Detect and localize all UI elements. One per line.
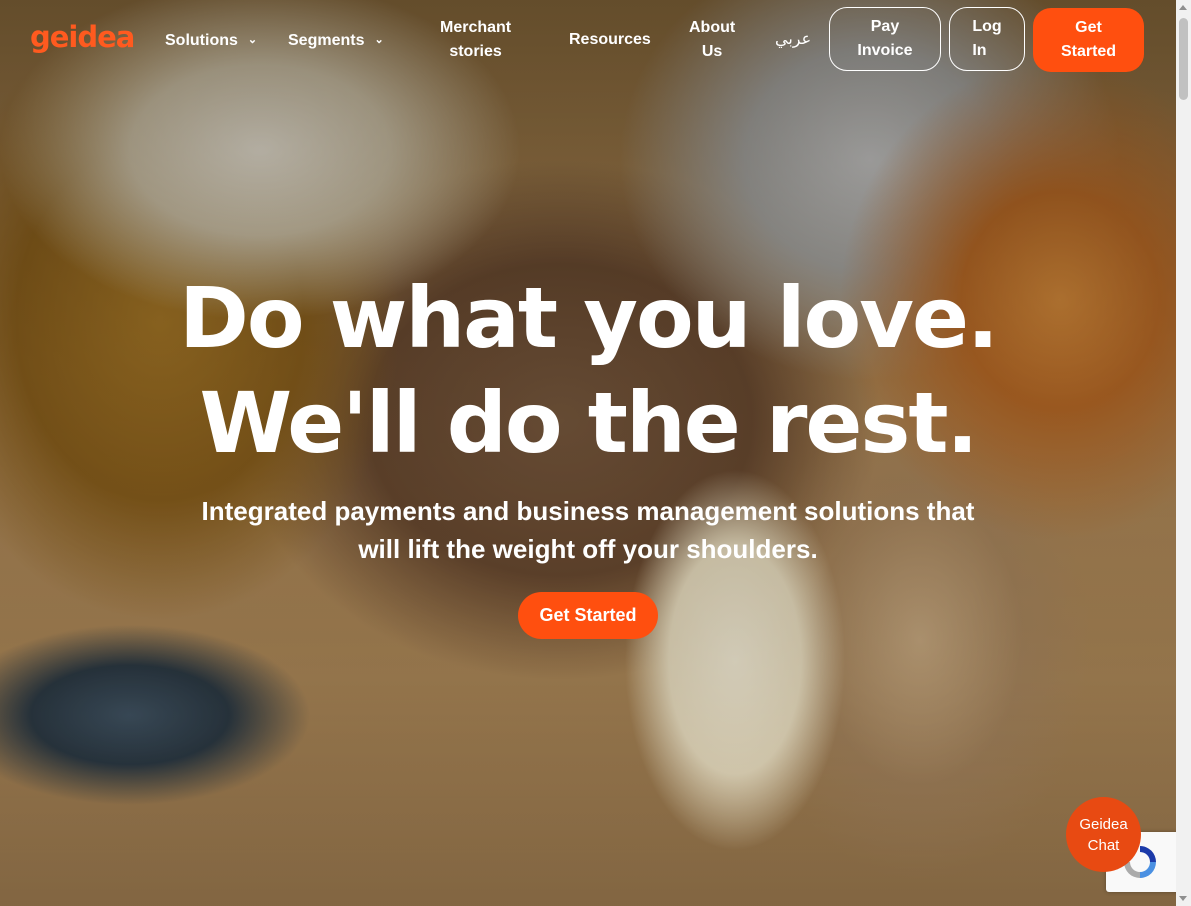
chevron-down-icon: ⌄ — [374, 34, 384, 46]
scroll-down-arrow-icon[interactable] — [1179, 896, 1187, 901]
nav-about-us[interactable]: About Us — [689, 16, 735, 64]
scrollbar-thumb[interactable] — [1179, 18, 1188, 100]
chat-line2: Chat — [1087, 836, 1120, 854]
nav-resources[interactable]: Resources — [569, 28, 651, 52]
hero-headline-line1: Do what you love. — [179, 269, 999, 367]
nav-merchant-stories-line2: stories — [449, 43, 502, 60]
login-button[interactable]: Log In — [949, 7, 1025, 71]
scroll-up-arrow-icon[interactable] — [1179, 5, 1187, 10]
nav-segments[interactable]: Segments ⌄ — [288, 28, 384, 53]
nav-solutions[interactable]: Solutions ⌄ — [165, 28, 257, 53]
pay-invoice-button[interactable]: Pay Invoice — [829, 7, 941, 71]
chevron-down-icon: ⌄ — [247, 34, 258, 46]
nav-about-us-line2: Us — [701, 43, 723, 60]
geidea-chat-button[interactable]: Geidea Chat — [1066, 797, 1141, 872]
login-line2: In — [972, 42, 987, 59]
vertical-scrollbar[interactable] — [1176, 0, 1191, 906]
hero-get-started-button[interactable]: Get Started — [518, 592, 658, 639]
top-navigation: geidea Solutions ⌄ Segments ⌄ Merchant sto… — [0, 0, 1176, 80]
nav-about-us-line1: About — [689, 19, 736, 36]
login-line1: Log — [972, 18, 1002, 35]
get-started-nav-line2: Started — [1060, 43, 1117, 60]
get-started-nav-line1: Get — [1075, 19, 1102, 36]
geidea-logo[interactable]: geidea — [30, 20, 135, 54]
pay-invoice-line1: Pay — [870, 18, 900, 35]
hero-headline-line2: We'll do the rest. — [199, 374, 979, 472]
get-started-nav-button[interactable]: Get Started — [1033, 8, 1144, 72]
language-toggle-arabic[interactable]: عربي — [775, 28, 811, 52]
chat-line1: Geidea — [1079, 815, 1128, 833]
nav-merchant-stories-line1: Merchant — [440, 19, 512, 36]
nav-solutions-label: Solutions — [165, 32, 238, 49]
nav-segments-label: Segments — [288, 32, 365, 49]
hero-subheadline: Integrated payments and business managem… — [201, 496, 975, 564]
pay-invoice-line2: Invoice — [857, 42, 913, 59]
nav-merchant-stories[interactable]: Merchant stories — [440, 16, 511, 64]
